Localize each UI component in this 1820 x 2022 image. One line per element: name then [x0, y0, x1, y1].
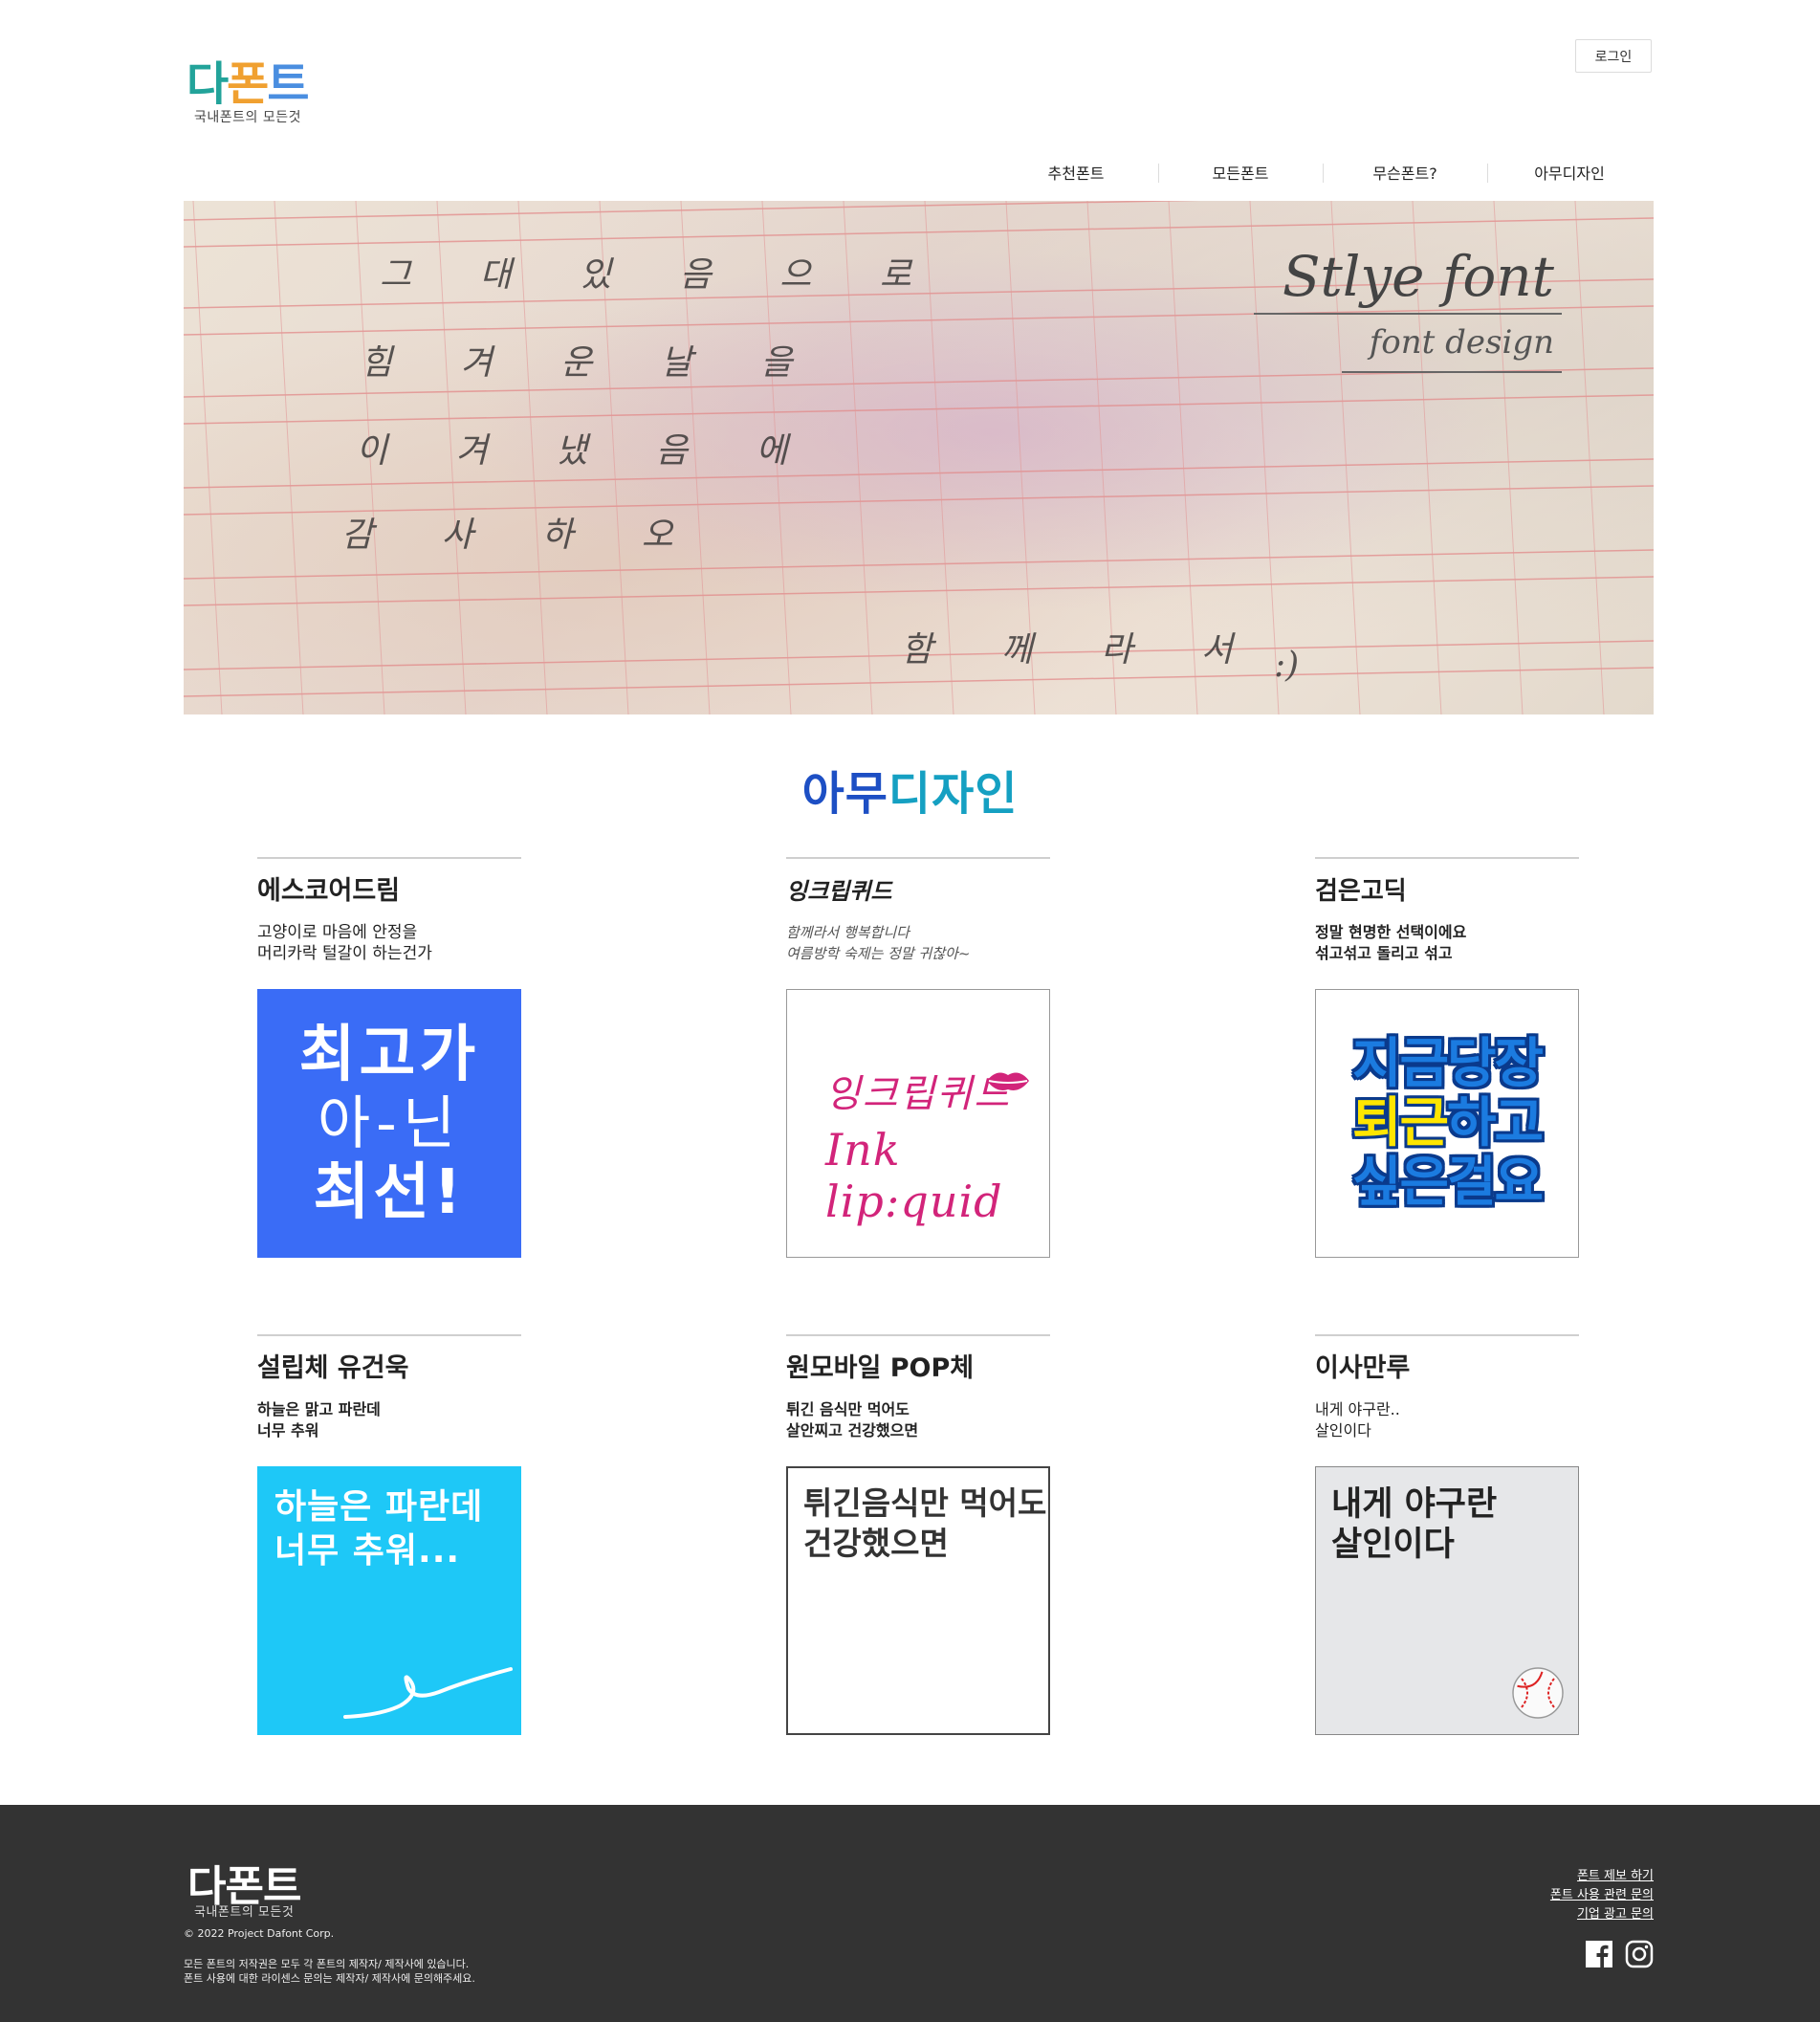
footer-social [1585, 1940, 1654, 1968]
card-divider [257, 857, 521, 859]
font-preview-image[interactable]: 최고가 아-닌 최선! [257, 989, 521, 1258]
hero-subtitle-rule [1342, 371, 1562, 373]
font-name: 에스코어드림 [257, 876, 401, 906]
section-title-part: 아무 [801, 767, 888, 821]
preview-text: 내게 야구란 살인이다 [1331, 1485, 1498, 1564]
font-name: 원모바일 POP체 [786, 1353, 975, 1383]
hero-subtitle: font design [1369, 323, 1554, 362]
instagram-icon[interactable] [1625, 1940, 1654, 1968]
preview-text: 튀긴음식만 먹어도 건강했으면 [803, 1484, 1047, 1562]
baseball-icon [1512, 1667, 1564, 1719]
font-card[interactable]: 잉크립퀴드 함께라서 행복합니다 여름방학 숙제는 정말 귀찮아~ 잉크립퀴드 I… [786, 857, 1050, 1258]
card-divider [786, 1334, 1050, 1336]
section-title: 아무디자인 [0, 756, 1820, 823]
font-preview-image[interactable]: 하늘은 파란데 너무 추워... [257, 1466, 521, 1735]
font-sample-text: 내게 야구란.. 살인이다 [1315, 1400, 1400, 1440]
squiggle-decoration [343, 1667, 513, 1719]
logo-char: 다 [186, 57, 229, 111]
section-title-part: 디자인 [888, 767, 1019, 821]
logo-subtitle: 국내폰트의 모든것 [194, 110, 301, 125]
font-name: 잉크립퀴드 [786, 877, 892, 905]
logo-wordmark: 다 폰 트 [186, 59, 330, 109]
hero-banner: 그 대 있 음 으 로 힘 겨 운 날 을 이 겨 냈 음 에 감 사 하 오 … [184, 201, 1654, 714]
font-name: 검은고딕 [1315, 877, 1407, 906]
card-divider [1315, 1334, 1579, 1336]
handwriting-line: 이 겨 냈 음 에 [356, 431, 817, 471]
footer-link-usage-inquiry[interactable]: 폰트 사용 관련 문의 [1550, 1886, 1654, 1905]
nav-item-all-fonts[interactable]: 모든폰트 [1158, 161, 1323, 184]
hero-title: Stlye font [1282, 244, 1554, 309]
footer-link-font-report[interactable]: 폰트 제보 하기 [1550, 1867, 1654, 1886]
preview-line: 싶은걸요 [1351, 1151, 1544, 1214]
font-card[interactable]: 검은고딕 정말 현명한 선택이에요 섞고섞고 돌리고 섞고 지금당장 퇴근하고 싶… [1315, 857, 1579, 1258]
card-divider [786, 857, 1050, 859]
nav-item-recommended[interactable]: 추천폰트 [994, 161, 1158, 184]
footer-notice: 폰트 사용에 대한 라이센스 문의는 제작자/ 제작사에 문의해주세요. [184, 1972, 475, 1985]
font-sample-text: 튀긴 음식만 먹어도 살안찌고 건강했으면 [786, 1400, 919, 1440]
footer-copyright: © 2022 Project Dafont Corp. [184, 1927, 335, 1940]
site-footer: 다폰트 국내폰트의 모든것 © 2022 Project Dafont Corp… [0, 1805, 1820, 2022]
preview-line: 지금당장 [1351, 1032, 1544, 1095]
footer-logo-subtitle: 국내폰트의 모든것 [194, 1905, 295, 1920]
footer-notice: 모든 폰트의 저작권은 모두 각 폰트의 제작자/ 제작사에 있습니다. [184, 1958, 470, 1970]
preview-text: 하늘은 파란데 너무 추워... [274, 1487, 484, 1571]
preview-line: 하고 [1447, 1091, 1544, 1154]
font-sample-text: 하늘은 맑고 파란데 너무 추워 [257, 1400, 381, 1440]
login-button[interactable]: 로그인 [1575, 39, 1652, 73]
preview-line: Ink lip:quid [825, 1124, 1003, 1227]
logo-char: 폰 [227, 57, 269, 111]
font-card[interactable]: 에스코어드림 고양이로 마음에 안정을 머리카락 털갈이 하는건가 최고가 아-닌… [257, 857, 521, 1258]
handwriting-line: 힘 겨 운 날 을 [361, 343, 822, 383]
site-logo[interactable]: 다 폰 트 국내폰트의 모든것 [186, 59, 330, 131]
font-preview-image[interactable]: 내게 야구란 살인이다 [1315, 1466, 1579, 1735]
facebook-icon[interactable] [1585, 1940, 1613, 1968]
lips-icon [987, 1072, 1029, 1090]
font-name: 설립체 유건욱 [257, 1353, 409, 1383]
preview-line: 최고가 [298, 1019, 480, 1090]
logo-char: 트 [267, 57, 309, 111]
font-name: 이사만루 [1315, 1353, 1411, 1383]
footer-links: 폰트 제보 하기 폰트 사용 관련 문의 기업 광고 문의 [1550, 1867, 1654, 1924]
handwriting-smiley: :) [1274, 646, 1300, 685]
font-sample-text: 함께라서 행복합니다 여름방학 숙제는 정말 귀찮아~ [786, 924, 971, 962]
nav-item-any-design[interactable]: 아무디자인 [1487, 161, 1652, 184]
card-divider [1315, 857, 1579, 859]
handwriting-line: 그 대 있 음 으 로 [380, 255, 940, 295]
font-sample-text: 정말 현명한 선택이에요 섞고섞고 돌리고 섞고 [1315, 923, 1467, 962]
handwriting-line: 함 께 라 서 [901, 630, 1261, 670]
preview-line: 아-닌 [317, 1089, 462, 1157]
footer-link-ad-inquiry[interactable]: 기업 광고 문의 [1550, 1905, 1654, 1924]
preview-line: 최선! [313, 1156, 466, 1228]
font-preview-image[interactable]: 잉크립퀴드 Ink lip:quid [786, 989, 1050, 1258]
handwriting-line: 감 사 하 오 [341, 516, 702, 555]
font-sample-text: 고양이로 마음에 안정을 머리카락 털갈이 하는건가 [257, 923, 432, 963]
font-card[interactable]: 원모바일 POP체 튀긴 음식만 먹어도 살안찌고 건강했으면 튀긴음식만 먹어도… [786, 1334, 1050, 1735]
preview-highlight: 퇴근 [1351, 1091, 1449, 1154]
card-divider [257, 1334, 521, 1336]
font-preview-image[interactable]: 지금당장 퇴근하고 싶은걸요 [1315, 989, 1579, 1258]
font-card[interactable]: 설립체 유건욱 하늘은 맑고 파란데 너무 추워 하늘은 파란데 너무 추워... [257, 1334, 521, 1735]
font-card[interactable]: 이사만루 내게 야구란.. 살인이다 내게 야구란 살인이다 [1315, 1334, 1579, 1735]
font-preview-image[interactable]: 튀긴음식만 먹어도 건강했으면 [786, 1466, 1050, 1735]
preview-line: 잉크립퀴드 [825, 1072, 1011, 1116]
hero-title-rule [1254, 313, 1562, 315]
nav-item-which-font[interactable]: 무슨폰트? [1323, 161, 1487, 184]
main-nav: 추천폰트 모든폰트 무슨폰트? 아무디자인 [994, 159, 1652, 186]
